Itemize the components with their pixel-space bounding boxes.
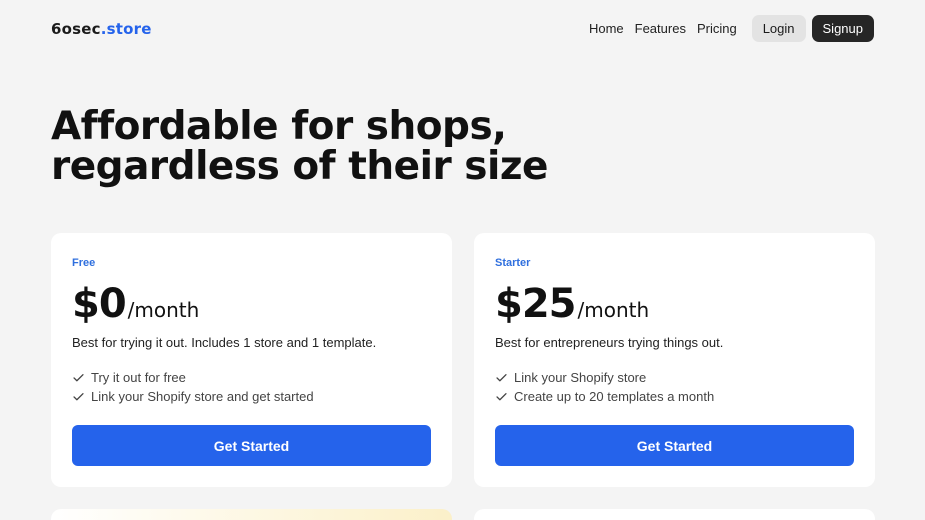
feature-text: Link your Shopify store and get started <box>91 389 314 404</box>
logo-accent-text: .store <box>100 20 152 38</box>
nav-link-pricing[interactable]: Pricing <box>697 21 737 36</box>
logo[interactable]: 6osec.store <box>51 20 152 38</box>
plan-name: Free <box>72 257 96 269</box>
feature-item: Try it out for free <box>72 368 431 387</box>
feature-text: Link your Shopify store <box>514 370 647 385</box>
top-nav: Home Features Pricing Login Signup <box>589 15 874 42</box>
login-button[interactable]: Login <box>751 15 806 42</box>
hero-heading: Affordable for shops, regardless of thei… <box>51 104 549 189</box>
feature-text: Try it out for free <box>91 370 186 385</box>
plan-period: /month <box>577 298 650 322</box>
hero-line-2: regardless of their size <box>51 144 549 189</box>
price-row: $25 /month <box>495 281 854 327</box>
check-icon <box>496 393 507 401</box>
plan-price: $0 <box>72 281 127 327</box>
plan-name: Starter <box>495 257 531 269</box>
get-started-button[interactable]: Get Started <box>72 425 431 466</box>
feature-list: Link your Shopify store Create up to 20 … <box>495 368 854 406</box>
pricing-card-free: Free $0 /month Best for trying it out. I… <box>51 233 452 487</box>
feature-list: Try it out for free Link your Shopify st… <box>72 368 431 406</box>
nav-link-home[interactable]: Home <box>589 21 624 36</box>
nav-link-features[interactable]: Features <box>635 21 686 36</box>
logo-text: 6osec <box>51 20 101 38</box>
get-started-button[interactable]: Get Started <box>495 425 854 466</box>
plan-price: $25 <box>495 281 576 327</box>
pricing-card-partial <box>51 509 452 520</box>
check-icon <box>73 374 84 382</box>
feature-item: Create up to 20 templates a month <box>495 387 854 406</box>
check-icon <box>496 374 507 382</box>
price-row: $0 /month <box>72 281 431 327</box>
feature-text: Create up to 20 templates a month <box>514 389 715 404</box>
check-icon <box>73 393 84 401</box>
plan-period: /month <box>127 298 200 322</box>
hero-line-1: Affordable for shops, <box>51 104 507 149</box>
pricing-card-partial <box>474 509 875 520</box>
signup-button[interactable]: Signup <box>811 15 874 42</box>
plan-description: Best for entrepreneurs trying things out… <box>495 335 724 350</box>
pricing-card-starter: Starter $25 /month Best for entrepreneur… <box>474 233 875 487</box>
feature-item: Link your Shopify store and get started <box>72 387 431 406</box>
plan-description: Best for trying it out. Includes 1 store… <box>72 335 377 350</box>
feature-item: Link your Shopify store <box>495 368 854 387</box>
